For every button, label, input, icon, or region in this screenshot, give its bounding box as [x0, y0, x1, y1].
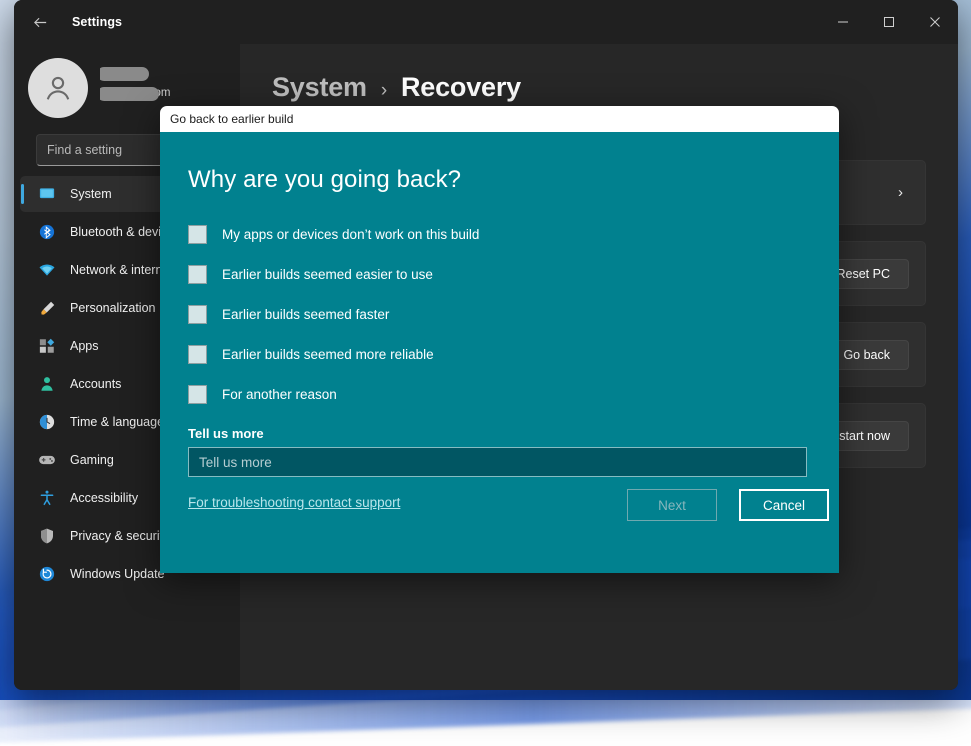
checkbox-more-reliable[interactable]	[188, 345, 207, 364]
update-refresh-icon	[36, 564, 58, 584]
window-titlebar: Settings	[14, 0, 958, 44]
sidebar-item-label: System	[70, 187, 112, 201]
breadcrumb: System › Recovery	[272, 72, 926, 103]
avatar	[28, 58, 88, 118]
reason-option[interactable]: Earlier builds seemed faster	[188, 294, 811, 334]
clock-icon	[36, 412, 58, 432]
dialog-titlebar: Go back to earlier build	[160, 106, 839, 132]
sidebar-item-label: Time & language	[70, 415, 164, 429]
sidebar-item-label: Network & internet	[70, 263, 173, 277]
reason-label: For another reason	[222, 387, 337, 402]
back-arrow-icon	[32, 14, 49, 31]
reason-label: Earlier builds seemed easier to use	[222, 267, 433, 282]
sidebar-item-label: Accessibility	[70, 491, 138, 505]
accessibility-icon	[36, 488, 58, 508]
shield-icon	[36, 526, 58, 546]
sidebar-item-label: Personalization	[70, 301, 155, 315]
dialog-title: Go back to earlier build	[170, 112, 293, 126]
sidebar-item-label: Gaming	[70, 453, 114, 467]
next-button[interactable]: Next	[627, 489, 717, 521]
contact-support-link[interactable]: For troubleshooting contact support	[188, 495, 400, 510]
close-button[interactable]	[912, 0, 958, 44]
settings-window: Settings n G n@gmail.com	[14, 0, 958, 690]
minimize-icon	[837, 16, 849, 28]
tell-us-more-label: Tell us more	[188, 426, 811, 441]
account-name: n G	[100, 66, 240, 82]
maximize-button[interactable]	[866, 0, 912, 44]
checkbox-easier-to-use[interactable]	[188, 265, 207, 284]
dialog-heading: Why are you going back?	[188, 132, 811, 194]
minimize-button[interactable]	[820, 0, 866, 44]
checkbox-seemed-faster[interactable]	[188, 305, 207, 324]
back-button[interactable]	[22, 4, 58, 40]
account-email: n@gmail.com	[100, 85, 240, 101]
reason-option[interactable]: Earlier builds seemed more reliable	[188, 334, 811, 374]
dialog-buttons: Next Cancel	[627, 489, 829, 521]
go-back-dialog: Go back to earlier build Why are you goi…	[160, 106, 839, 573]
reason-label: Earlier builds seemed faster	[222, 307, 389, 322]
window-title: Settings	[72, 15, 122, 29]
person-avatar-icon	[41, 71, 75, 105]
reason-option[interactable]: Earlier builds seemed easier to use	[188, 254, 811, 294]
wifi-icon	[36, 260, 58, 280]
reason-option[interactable]: For another reason	[188, 374, 811, 414]
gamepad-icon	[36, 450, 58, 470]
maximize-icon	[883, 16, 895, 28]
paintbrush-icon	[36, 298, 58, 318]
sidebar-item-label: Windows Update	[70, 567, 165, 581]
reason-label: Earlier builds seemed more reliable	[222, 347, 434, 362]
reason-label: My apps or devices don’t work on this bu…	[222, 227, 479, 242]
dialog-body: Why are you going back? My apps or devic…	[160, 132, 839, 573]
breadcrumb-parent[interactable]: System	[272, 72, 367, 103]
close-icon	[929, 16, 941, 28]
sidebar-item-label: Apps	[70, 339, 99, 353]
apps-grid-icon	[36, 336, 58, 356]
cancel-button[interactable]: Cancel	[739, 489, 829, 521]
checkbox-apps-devices-dont-work[interactable]	[188, 225, 207, 244]
tell-us-more-input[interactable]	[188, 447, 807, 477]
monitor-icon	[36, 184, 58, 204]
account-person-icon	[36, 374, 58, 394]
sidebar-item-label: Accounts	[70, 377, 121, 391]
reason-checkbox-group: My apps or devices don’t work on this bu…	[188, 214, 811, 414]
chevron-right-icon: ›	[892, 184, 909, 201]
checkbox-another-reason[interactable]	[188, 385, 207, 404]
card-action[interactable]: ›	[892, 184, 909, 202]
breadcrumb-separator-icon: ›	[381, 80, 387, 102]
page-title: Recovery	[401, 72, 521, 103]
bluetooth-icon	[36, 222, 58, 242]
reason-option[interactable]: My apps or devices don’t work on this bu…	[188, 214, 811, 254]
sidebar-item-label: Privacy & security	[70, 529, 169, 543]
window-controls	[820, 0, 958, 44]
account-text: n G n@gmail.com	[100, 66, 240, 110]
